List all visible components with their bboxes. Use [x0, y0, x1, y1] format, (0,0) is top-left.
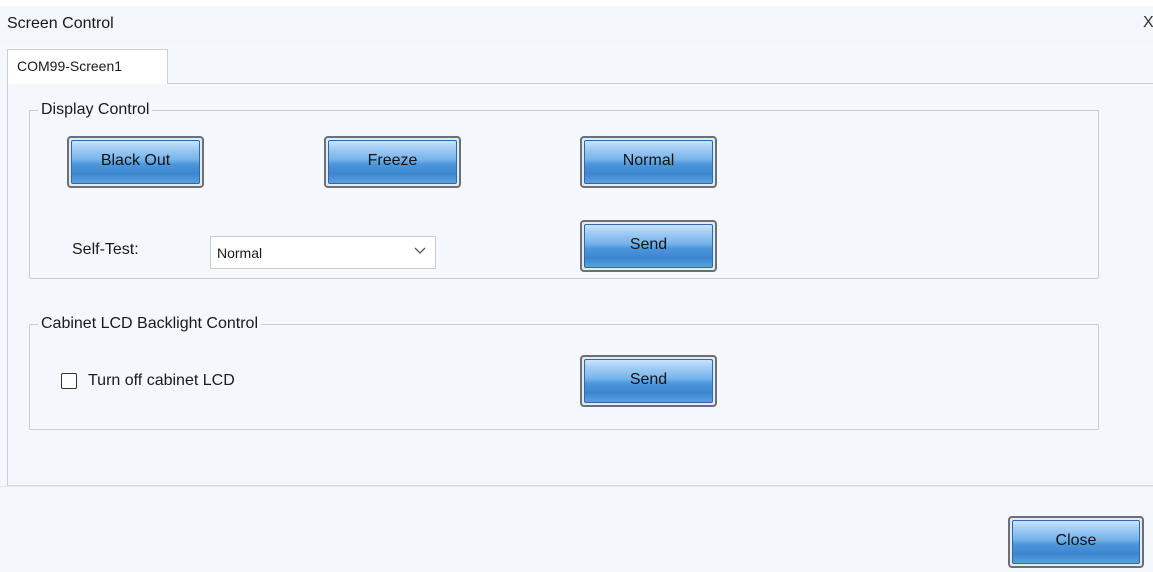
screen-control-window: Screen Control X COM99-Screen1 Display C… — [0, 0, 1153, 572]
freeze-button[interactable]: Freeze — [324, 136, 461, 188]
self-test-send-label: Send — [584, 224, 713, 268]
turn-off-lcd-checkbox[interactable] — [61, 373, 77, 389]
display-control-group: Display Control — [29, 101, 1099, 279]
lcd-backlight-title: Cabinet LCD Backlight Control — [41, 315, 258, 332]
window-client-area: COM99-Screen1 Display Control Black Out … — [0, 44, 1153, 572]
close-icon[interactable]: X — [1143, 14, 1153, 34]
close-button-label: Close — [1012, 520, 1140, 564]
chevron-down-icon — [414, 247, 426, 254]
black-out-button[interactable]: Black Out — [67, 136, 204, 188]
tab-com99-screen1[interactable]: COM99-Screen1 — [7, 49, 168, 84]
freeze-button-label: Freeze — [328, 140, 457, 184]
tab-label: COM99-Screen1 — [17, 58, 123, 74]
black-out-button-label: Black Out — [71, 140, 200, 184]
self-test-select[interactable]: Normal — [210, 236, 436, 269]
self-test-send-button[interactable]: Send — [580, 220, 717, 272]
display-control-title: Display Control — [41, 101, 150, 118]
self-test-selected-value: Normal — [217, 245, 263, 261]
lcd-send-button[interactable]: Send — [580, 355, 717, 407]
self-test-label: Self-Test: — [72, 241, 139, 258]
normal-button-label: Normal — [584, 140, 713, 184]
normal-button[interactable]: Normal — [580, 136, 717, 188]
window-title: Screen Control — [7, 15, 114, 32]
footer-divider — [0, 486, 1153, 487]
turn-off-lcd-label: Turn off cabinet LCD — [88, 372, 235, 389]
close-button[interactable]: Close — [1008, 516, 1144, 568]
lcd-send-label: Send — [584, 359, 713, 403]
title-bar: Screen Control X — [0, 6, 1153, 44]
